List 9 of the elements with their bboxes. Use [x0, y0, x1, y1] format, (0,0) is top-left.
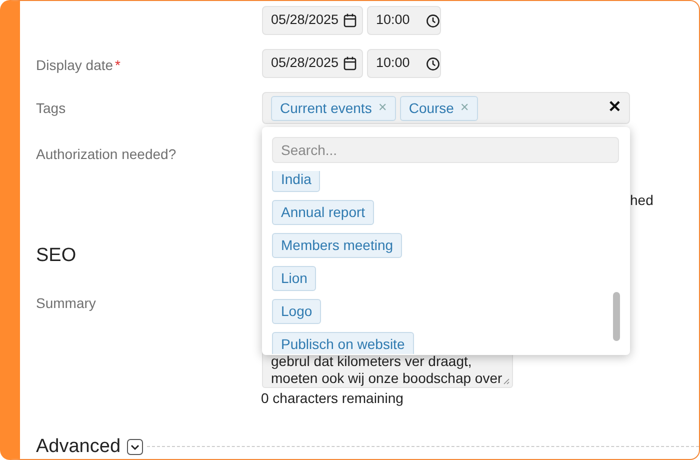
option-text: hed — [630, 192, 654, 208]
character-counter: 0 characters remaining — [261, 388, 404, 408]
field-label: Authorization needed? — [36, 146, 176, 162]
field-label: Tags — [36, 100, 66, 116]
section-heading: Advanced — [36, 434, 121, 458]
field-label: Summary — [36, 294, 96, 310]
field-label: Display date — [36, 57, 114, 73]
required-icon: * — [115, 57, 120, 73]
section-heading: SEO — [36, 245, 76, 266]
